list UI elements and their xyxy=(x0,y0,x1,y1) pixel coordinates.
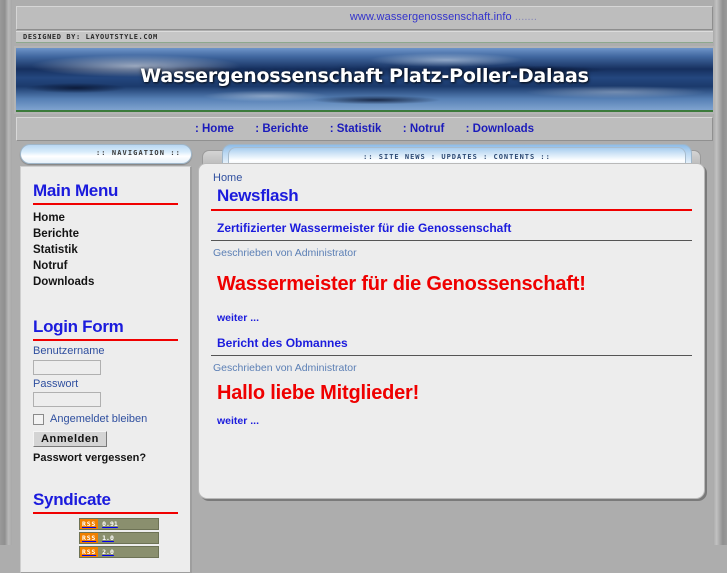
article-2: Bericht des Obmannes Geschrieben von Adm… xyxy=(211,336,692,427)
right-frame-edge xyxy=(713,0,727,545)
login-form-title: Login Form xyxy=(33,317,124,336)
top-url-bar: www.wassergenossenschaft.info ....... xyxy=(16,6,713,30)
main-menu-rule xyxy=(33,203,178,205)
article-lead: Hallo liebe Mitglieder! xyxy=(217,382,420,404)
sidebar: :: NAVIGATION :: Main Menu Home Berichte… xyxy=(20,144,192,573)
login-form-rule xyxy=(33,339,178,341)
rss-feed-10[interactable]: RSS 1.0 xyxy=(79,532,159,544)
rss-version-label: 0.91 xyxy=(102,520,118,528)
module-syndicate: Syndicate RSS 0.91 RSS 1.0 RSS 2.0 xyxy=(21,482,190,562)
remember-me-checkbox[interactable] xyxy=(33,413,44,425)
site-url-text: www.wassergenossenschaft.info ....... xyxy=(350,11,537,23)
rss-feed-20[interactable]: RSS 2.0 xyxy=(79,546,159,558)
sidebar-item-berichte[interactable]: Berichte xyxy=(33,228,79,240)
remember-me-label: Angemeldet bleiben xyxy=(50,413,148,425)
site-url-dots: ....... xyxy=(511,11,537,23)
nav-item-notruf[interactable]: : Notruf xyxy=(403,118,445,140)
content-tab-active[interactable]: :: SITE NEWS : UPDATES : CONTENTS :: xyxy=(228,147,686,164)
page-title-rule xyxy=(211,209,692,211)
forgot-password-link[interactable]: Passwort vergessen? xyxy=(33,452,178,464)
designed-by-strip: DESIGNED BY: LAYOUTSTYLE.COM xyxy=(16,31,713,43)
article-title[interactable]: Bericht des Obmannes xyxy=(217,336,692,350)
water-banner-image: Wassergenossenschaft Platz-Poller-Dalaas xyxy=(16,48,713,112)
sidebar-body: Main Menu Home Berichte Statistik Notruf… xyxy=(20,166,192,573)
sidebar-item-downloads[interactable]: Downloads xyxy=(33,276,94,288)
list-item[interactable]: Notruf xyxy=(33,257,178,273)
article-rule xyxy=(211,240,692,241)
rss-icon: RSS xyxy=(80,519,99,529)
nav-item-downloads[interactable]: : Downloads xyxy=(466,118,534,140)
remember-me-row[interactable]: Angemeldet bleiben xyxy=(33,413,178,425)
login-submit-button[interactable]: Anmelden xyxy=(33,431,107,447)
article-read-more-link[interactable]: weiter ... xyxy=(217,312,259,324)
main-navigation: : Home : Berichte : Statistik : Notruf :… xyxy=(16,117,713,141)
sidebar-item-notruf[interactable]: Notruf xyxy=(33,260,68,272)
page-frame: www.wassergenossenschaft.info ....... DE… xyxy=(0,0,727,573)
list-item[interactable]: Home xyxy=(33,209,178,225)
password-input[interactable] xyxy=(33,392,101,407)
article-1: Zertifizierter Wassermeister für die Gen… xyxy=(211,221,692,324)
module-login-form: Login Form Benutzername Passwort Angemel… xyxy=(21,309,190,466)
module-main-menu: Main Menu Home Berichte Statistik Notruf… xyxy=(21,173,190,291)
site-url-label: www.wassergenossenschaft.info xyxy=(349,11,512,23)
nav-item-home[interactable]: : Home xyxy=(195,118,234,140)
syndicate-title: Syndicate xyxy=(33,490,111,509)
main-menu-list: Home Berichte Statistik Notruf Downloads xyxy=(33,209,178,289)
article-meta: Geschrieben von Administrator xyxy=(213,247,357,259)
password-label: Passwort xyxy=(33,377,79,390)
list-item[interactable]: Statistik xyxy=(33,241,178,257)
rss-icon: RSS xyxy=(80,533,99,543)
article-read-more-link[interactable]: weiter ... xyxy=(217,415,259,427)
content-tab-label: :: SITE NEWS : UPDATES : CONTENTS :: xyxy=(363,153,551,161)
rss-version-label: 2.0 xyxy=(102,548,114,556)
page-title: Newsflash xyxy=(217,186,299,205)
sidebar-item-home[interactable]: Home xyxy=(33,212,65,224)
article-title[interactable]: Zertifizierter Wassermeister für die Gen… xyxy=(217,221,692,235)
article-lead: Wassermeister für die Genossenschaft! xyxy=(217,273,586,295)
content-panel: Home Newsflash Zertifizierter Wassermeis… xyxy=(198,163,705,499)
breadcrumb[interactable]: Home xyxy=(213,172,692,184)
list-item[interactable]: Downloads xyxy=(33,273,178,289)
content-column: :: SITE NEWS : UPDATES : CONTENTS :: Hom… xyxy=(198,144,705,499)
banner-wrapper: Wassergenossenschaft Platz-Poller-Dalaas xyxy=(14,46,715,114)
article-rule xyxy=(211,355,692,356)
banner-title: Wassergenossenschaft Platz-Poller-Dalaas xyxy=(140,65,589,87)
left-frame-edge xyxy=(0,0,12,545)
sidebar-tab: :: NAVIGATION :: xyxy=(20,144,192,164)
sidebar-item-statistik[interactable]: Statistik xyxy=(33,244,78,256)
syndicate-rule xyxy=(33,512,178,514)
nav-item-statistik[interactable]: : Statistik xyxy=(330,118,382,140)
rss-feed-list: RSS 0.91 RSS 1.0 RSS 2.0 xyxy=(33,518,178,558)
nav-item-berichte[interactable]: : Berichte xyxy=(255,118,308,140)
username-input[interactable] xyxy=(33,359,101,375)
list-item[interactable]: Berichte xyxy=(33,225,178,241)
main-menu-title: Main Menu xyxy=(33,181,119,200)
content-tabs: :: SITE NEWS : UPDATES : CONTENTS :: xyxy=(198,144,705,164)
rss-feed-091[interactable]: RSS 0.91 xyxy=(79,518,159,530)
article-meta: Geschrieben von Administrator xyxy=(213,362,357,374)
sidebar-tab-label: :: NAVIGATION :: xyxy=(95,149,181,157)
rss-icon: RSS xyxy=(80,547,99,557)
designed-by-label: DESIGNED BY: LAYOUTSTYLE.COM xyxy=(23,33,158,41)
rss-version-label: 1.0 xyxy=(102,534,114,542)
username-label: Benutzername xyxy=(33,345,105,357)
